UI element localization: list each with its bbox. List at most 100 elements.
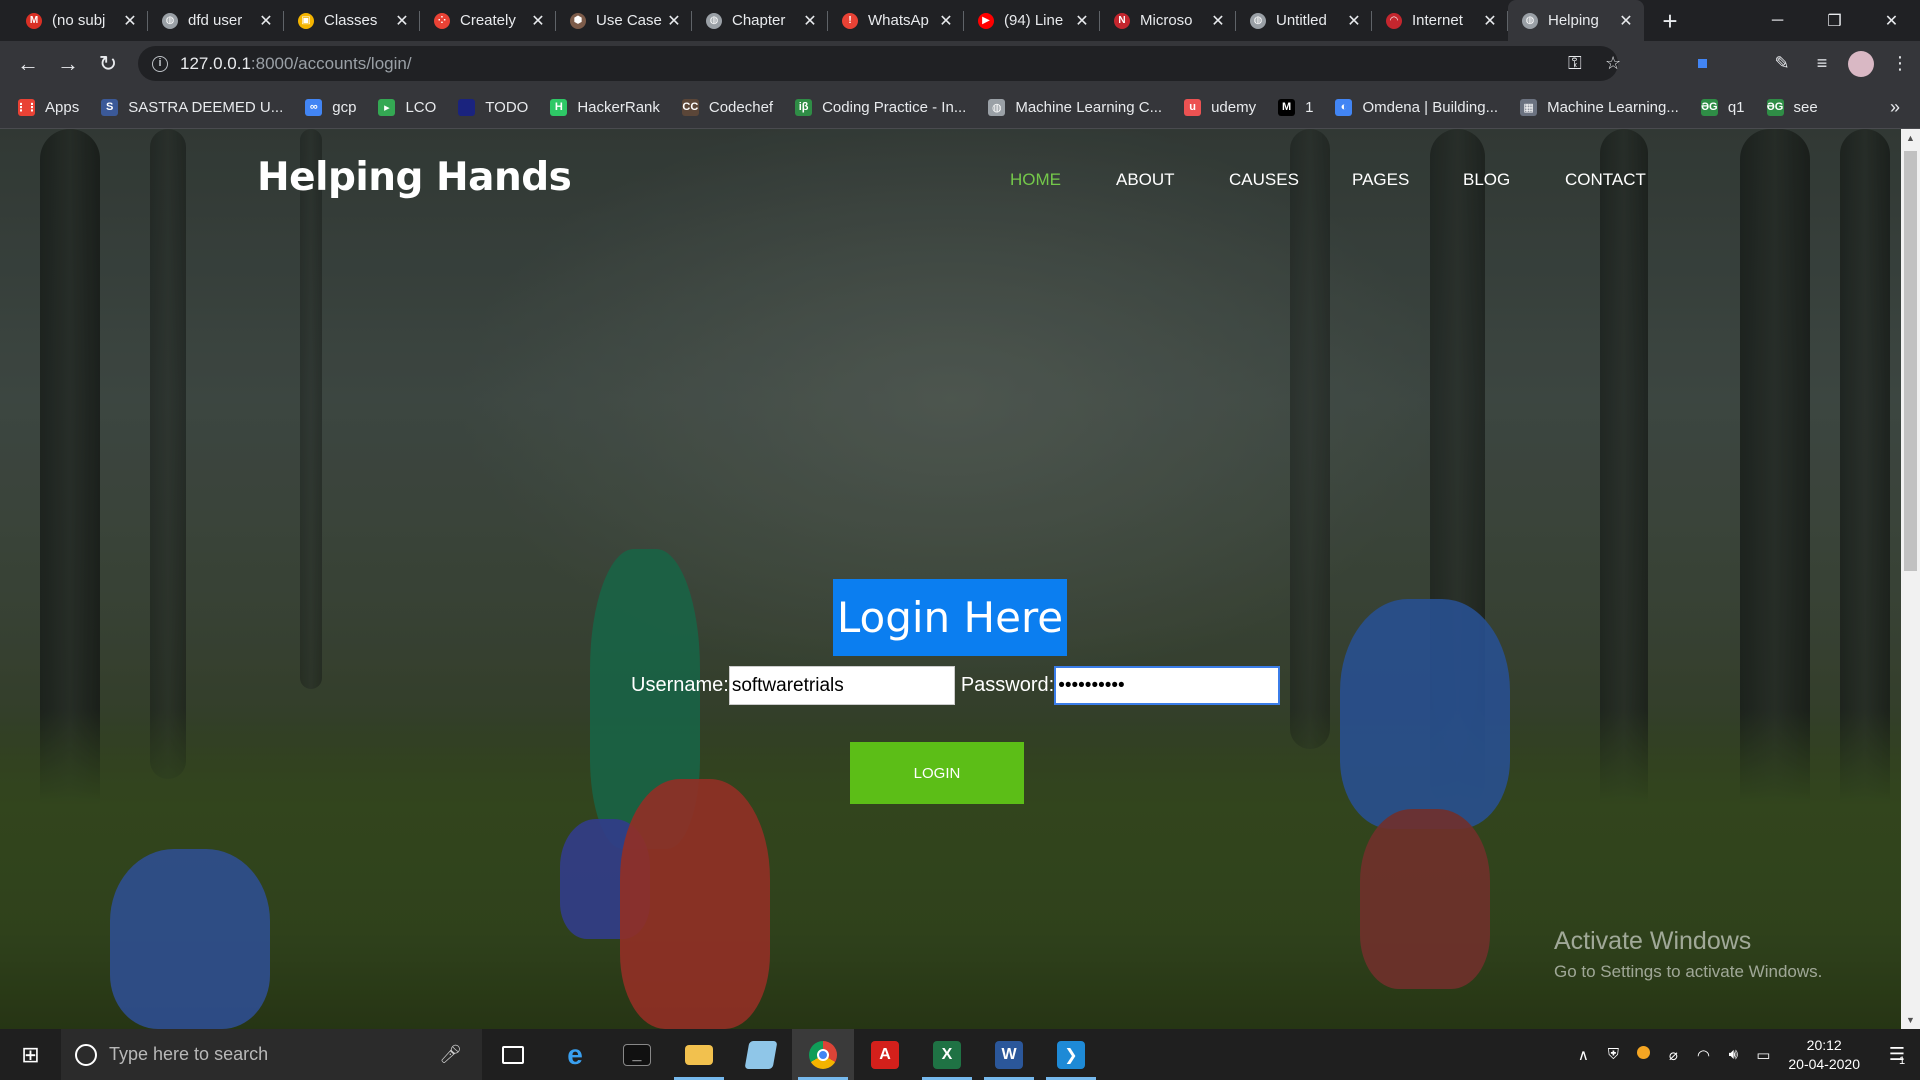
tab-favicon-icon: ▣ [298,12,314,29]
minimize-icon[interactable]: ─ [1749,0,1806,41]
bookmark-item[interactable]: ◍ Machine Learning C... [988,98,1162,116]
bookmark-item[interactable]: ƏG q1 [1700,98,1745,116]
scrollbar-thumb[interactable] [1904,151,1917,571]
close-tab-icon[interactable]: ✕ [1346,11,1362,31]
taskbar-search[interactable]: Type here to search 🎤︎ [61,1029,482,1080]
bookmark-item[interactable]: ƏG see [1766,98,1818,116]
nav-pages[interactable]: PAGES [1352,170,1409,190]
close-tab-icon[interactable]: ✕ [394,11,410,31]
acrobat-icon[interactable]: A [854,1029,916,1080]
battery-icon[interactable]: ▭ [1748,1046,1778,1064]
task-view-icon[interactable] [482,1029,544,1080]
bookmark-item[interactable]: u udemy [1184,98,1257,116]
browser-tab[interactable]: N Microso ✕ [1100,0,1236,41]
browser-tab[interactable]: ◍ dfd user ✕ [148,0,284,41]
nav-blog[interactable]: BLOG [1463,170,1510,190]
bookmark-item[interactable]: CC Codechef [681,98,773,116]
bookmark-item[interactable]: ∞ gcp [305,98,356,116]
word-icon[interactable]: W [978,1029,1040,1080]
login-button[interactable]: LOGIN [850,742,1024,804]
network-off-icon[interactable]: ⌀ [1658,1046,1688,1064]
tray-app-icon[interactable] [1628,1046,1658,1063]
browser-tab[interactable]: ◠ Internet ✕ [1372,0,1508,41]
browser-tab[interactable]: ⬢ Use Case ✕ [556,0,692,41]
search-placeholder: Type here to search [109,1044,269,1064]
security-shield-icon[interactable]: ⛨ [1598,1046,1628,1063]
bookmark-item[interactable]: TODO [458,98,528,116]
notes-app-icon[interactable] [730,1029,792,1080]
bookmark-item[interactable]: S SASTRA DEEMED U... [101,98,283,116]
extension-icon[interactable] [1682,44,1722,84]
extension-icon[interactable] [1722,44,1762,84]
login-heading: Login Here [833,579,1067,656]
close-tab-icon[interactable]: ✕ [122,11,138,31]
bookmark-item[interactable]: M1 [1278,98,1314,116]
username-input[interactable] [728,666,955,705]
nav-contact[interactable]: CONTACT [1565,170,1646,190]
chrome-menu-icon[interactable]: ⋮ [1880,44,1920,84]
browser-tab[interactable]: M (no subj ✕ [12,0,148,41]
back-arrow-icon[interactable]: ← [8,44,48,84]
password-input[interactable] [1054,666,1281,705]
notification-center-icon[interactable]: ☰ 1 [1874,1029,1920,1080]
bookmark-item[interactable]: H HackerRank [550,98,660,116]
address-bar[interactable]: i 127.0.0.1:8000/accounts/login/ ⚿ ☆ [138,46,1621,81]
close-window-icon[interactable]: ✕ [1863,0,1920,41]
browser-tab[interactable]: ▣ Classes ✕ [284,0,420,41]
windows-start-icon[interactable]: ⊞ [0,1029,61,1080]
media-control-icon[interactable]: ≡ [1802,44,1842,84]
new-tab-button[interactable]: + [1652,3,1688,39]
file-explorer-icon[interactable] [668,1029,730,1080]
close-tab-icon[interactable]: ✕ [258,11,274,31]
wifi-icon[interactable]: ◠ [1688,1046,1718,1064]
tray-chevron-icon[interactable]: ∧ [1568,1046,1598,1064]
bookmark-label: udemy [1211,98,1257,116]
browser-tab[interactable]: ▶ (94) Line ✕ [964,0,1100,41]
browser-tab[interactable]: ⁘ Creately ✕ [420,0,556,41]
site-brand[interactable]: Helping Hands [257,155,572,200]
page-scrollbar[interactable]: ▲ ▼ [1901,129,1920,1029]
close-tab-icon[interactable]: ✕ [1074,11,1090,31]
microphone-icon[interactable]: 🎤︎ [439,1044,462,1065]
browser-tab[interactable]: ◍ Untitled ✕ [1236,0,1372,41]
extension-pen-icon[interactable]: ✎ [1762,44,1802,84]
chrome-icon[interactable] [792,1029,854,1080]
volume-icon[interactable]: 🔊︎ [1718,1046,1748,1063]
close-tab-icon[interactable]: ✕ [802,11,818,31]
edge-icon[interactable]: e [544,1029,606,1080]
browser-tab[interactable]: ◍ Chapter ✕ [692,0,828,41]
nav-causes[interactable]: CAUSES [1229,170,1299,190]
close-tab-icon[interactable]: ✕ [666,11,682,31]
close-tab-icon[interactable]: ✕ [1482,11,1498,31]
forward-arrow-icon[interactable]: → [48,44,88,84]
bookmark-item[interactable]: ▦ Machine Learning... [1520,98,1679,116]
close-tab-icon[interactable]: ✕ [530,11,546,31]
vscode-icon[interactable]: ❯ [1040,1029,1102,1080]
key-icon[interactable]: ⚿ [1568,53,1582,74]
terminal-icon[interactable]: _ [606,1029,668,1080]
bookmark-item[interactable]: ◐ Omdena | Building... [1335,98,1498,116]
password-label: Password: [960,674,1055,696]
nav-about[interactable]: ABOUT [1116,170,1175,190]
bookmark-label: 1 [1305,98,1314,116]
excel-icon[interactable]: X [916,1029,978,1080]
scroll-down-arrow-icon[interactable]: ▼ [1901,1011,1920,1029]
scroll-up-arrow-icon[interactable]: ▲ [1901,129,1920,147]
browser-tab[interactable]: ◍ Helping ✕ [1508,0,1644,41]
more-bookmarks-icon[interactable]: » [1890,97,1900,118]
restore-icon[interactable]: ❒ [1806,0,1863,41]
bookmark-item[interactable]: iβ Coding Practice - In... [795,98,966,116]
close-tab-icon[interactable]: ✕ [1618,11,1634,31]
bookmark-star-icon[interactable]: ☆ [1605,53,1621,74]
close-tab-icon[interactable]: ✕ [938,11,954,31]
profile-avatar[interactable] [1848,50,1874,77]
site-info-icon[interactable]: i [152,55,168,72]
close-tab-icon[interactable]: ✕ [1210,11,1226,31]
bookmark-label: Machine Learning... [1547,98,1679,116]
browser-tab[interactable]: ! WhatsAp ✕ [828,0,964,41]
bookmark-item[interactable]: ⋮⋮ Apps [16,98,79,116]
nav-home[interactable]: HOME [1010,170,1061,190]
reload-icon[interactable]: ↻ [88,44,128,84]
bookmark-item[interactable]: ▸ LCO [378,98,436,116]
taskbar-clock[interactable]: 20:12 20-04-2020 [1788,1036,1860,1074]
